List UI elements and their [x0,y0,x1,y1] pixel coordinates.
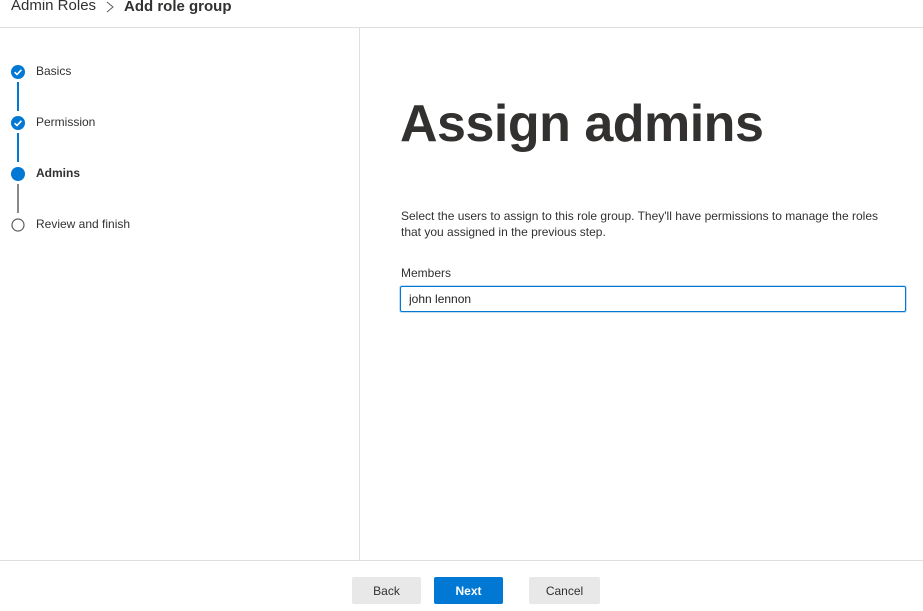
add-role-group-wizard: Admin Roles Add role group Basics Permis… [0,0,923,611]
step-label: Basics [36,64,72,78]
step-admins[interactable]: Admins [0,162,340,186]
cancel-button[interactable]: Cancel [529,577,600,604]
step-basics[interactable]: Basics [0,60,340,84]
members-input[interactable] [400,286,906,312]
breadcrumb-current-page: Add role group [124,0,232,15]
page-description: Select the users to assign to this role … [401,209,878,239]
breadcrumb-admin-roles-link[interactable]: Admin Roles [11,0,96,14]
page-title: Assign admins [400,95,764,153]
next-button[interactable]: Next [434,577,503,604]
members-label: Members [401,266,452,280]
chevron-right-icon [106,1,114,13]
empty-circle-icon [11,218,25,232]
step-label: Admins [36,166,81,180]
step-connector [17,133,19,162]
step-review-and-finish[interactable]: Review and finish [0,213,340,237]
filled-circle-icon [11,167,25,181]
step-connector [17,184,19,213]
step-label: Review and finish [36,217,131,231]
checkmark-circle-icon [11,116,25,130]
wizard-footer: Back Next Cancel [0,560,923,611]
step-connector [17,82,19,111]
step-permission[interactable]: Permission [0,111,340,135]
wizard-stepper: Basics Permission Admins Review and fini… [0,28,360,560]
step-label: Permission [36,115,96,129]
back-button[interactable]: Back [352,577,421,604]
breadcrumb: Admin Roles Add role group [0,0,923,28]
checkmark-circle-icon [11,65,25,79]
